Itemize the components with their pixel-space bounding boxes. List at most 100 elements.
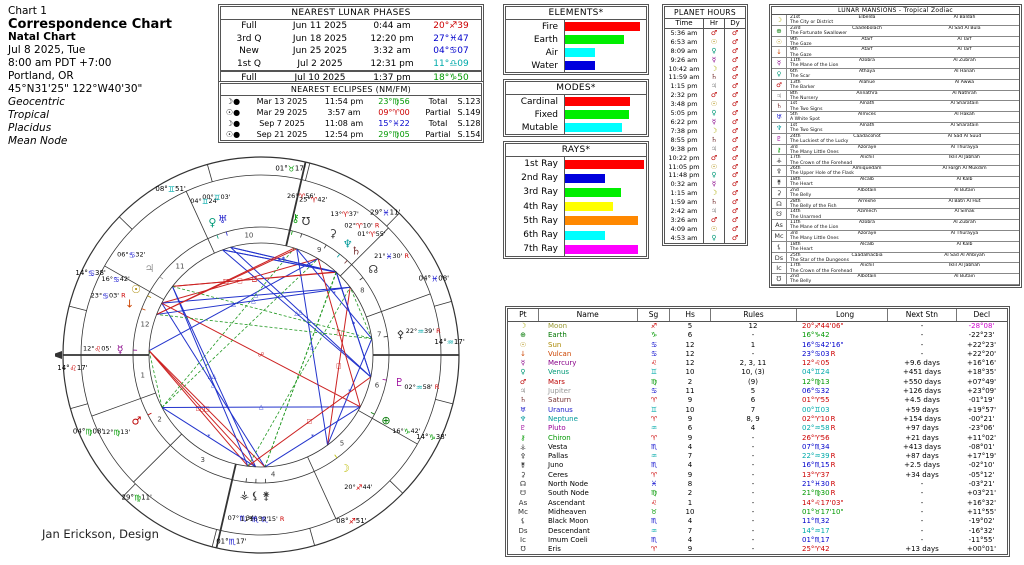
mansion-meaning: The Heart: [787, 182, 1019, 187]
planet-table-row: ☿ Mercury ♌ 12 2, 3, 11 12°♌05 +9.6 days…: [508, 359, 1007, 368]
planet-rules: 8, 9: [710, 415, 796, 424]
eclipse-date: Mar 13 2025: [245, 96, 319, 107]
mansion-name: Albotain: [824, 274, 910, 279]
planet-table-row: ♃ Jupiter ♋ 11 5 06°♋32 +126 days +23°09…: [508, 387, 1007, 396]
hour-ruler-icon: ♀: [704, 171, 725, 180]
mansion-body: 24th Caadacohot Al Sad Al Suud The Lucki…: [787, 134, 1019, 144]
birth-coords: 45°N31'25" 122°W40'30": [8, 83, 172, 96]
planet-next-station: -: [888, 489, 956, 498]
birth-date: Jul 8 2025, Tue: [8, 44, 172, 57]
mansion-name: Atarf: [824, 37, 910, 42]
planet-hour-row: 9:26 am ☿ ♂: [665, 56, 745, 65]
modes-chart: MODES* Cardinal Fixed Mutable: [503, 79, 649, 137]
mansion-row: ⊕ 23rd Caadebolach Al Sad Al Bula The Fo…: [772, 26, 1019, 37]
mansion-meaning: The Belly of the Fish: [787, 204, 1019, 209]
svg-text:⚸: ⚸: [251, 489, 259, 502]
hour-ruler-icon: ☽: [704, 65, 725, 74]
mansion-meaning: The Gaze: [787, 42, 1019, 47]
planet-table-row: ⚵ Juno ♏ 4 - 16°♏15R +2.5 days -02°10': [508, 461, 1007, 470]
phase-time: 12:31 pm: [363, 58, 421, 71]
mansion-planet-icon: ℧: [772, 274, 787, 284]
day-ruler-icon: ♂: [725, 171, 745, 180]
eclipse-time: 12:54 pm: [319, 129, 369, 140]
lunar-mansions-title: LUNAR MANSIONS - Tropical Zodiac: [772, 7, 1019, 15]
hour-time: 2:42 am: [665, 207, 704, 216]
hour-time: 4:53 am: [665, 234, 704, 243]
planet-declination: -23°06': [956, 424, 1007, 433]
mansion-planet-icon: Ic: [772, 263, 787, 273]
planet-name: Pallas: [538, 452, 638, 461]
svg-text:□: □: [336, 329, 342, 336]
ray-bar-row: 6th Ray: [506, 228, 646, 242]
mansion-meaning: The Two Signs: [787, 128, 1019, 133]
longitude-value: 26°♈56: [802, 434, 830, 442]
day-ruler-icon: ♂: [725, 118, 745, 127]
svg-text:01°♉17': 01°♉17': [275, 164, 306, 173]
hour-ruler-icon: ☉: [704, 225, 725, 234]
hour-ruler-icon: ♄: [704, 198, 725, 207]
mansion-row: Ic 17th Alichil Iklil Al Jabhah The Crow…: [772, 263, 1019, 274]
mansion-name: Alnath: [824, 101, 910, 106]
mansion-planet-icon: ♃: [772, 91, 787, 101]
mansion-row: ☋ 14th Azimech Al Simak The Unarmed: [772, 209, 1019, 220]
day-ruler-icon: ♂: [725, 145, 745, 154]
mansion-body: 23rd Caadebolach Al Sad Al Bula The Fort…: [787, 26, 1019, 36]
longitude-value: 16°♋42'16": [802, 341, 844, 349]
svg-text:△: △: [310, 343, 315, 350]
svg-text:□: □: [224, 278, 230, 285]
planet-hour-row: 2:42 am ♃ ♂: [665, 207, 745, 216]
planet-table-row: ↓ Vulcan ♋ 12 - 23°♋03R - +22°20': [508, 350, 1007, 359]
day-ruler-icon: ♂: [725, 91, 745, 100]
phase-name: 1st Q: [221, 58, 277, 71]
mansion-arabic-name: Al Zubrah: [910, 220, 1019, 225]
planet-house: 10: [670, 508, 710, 517]
eclipse-date: Sep 7 2025: [245, 118, 319, 129]
mansion-row: ♃ 8th Annathra Al Nathrah The Nursery: [772, 91, 1019, 102]
mansion-row: Ds 25th Caadalhacbia Al Sad Al Ahbiyah T…: [772, 253, 1019, 264]
planet-name: Imum Coeli: [538, 536, 638, 545]
eclipse-saros: S.149: [457, 107, 481, 118]
svg-text:♃: ♃: [145, 262, 155, 275]
planet-declination: -08°01': [956, 443, 1007, 452]
hour-time: 11:48 pm: [665, 171, 704, 180]
retrograde-flag: [830, 387, 831, 395]
phase-position: 11°♎09: [421, 58, 481, 71]
ray-label: 7th Ray: [506, 244, 564, 254]
mansion-body: 26th Almiquedam Al Fargh Al Mukdim The U…: [787, 166, 1019, 176]
retrograde-flag: [830, 368, 831, 376]
hour-time: 4:09 am: [665, 225, 704, 234]
mansion-arabic-name: Al Hakah: [910, 112, 1019, 117]
eclipse-kind-icon: ☉●: [221, 129, 245, 140]
mansion-arabic-name: Al Fargh Al Mukdim: [910, 166, 1019, 171]
ray-label: 6th Ray: [506, 230, 564, 240]
lunar-mansions-rows: ☽ 21st Elbelda Al Baldah The City or Dis…: [772, 15, 1019, 285]
svg-text:25°♈42': 25°♈42': [299, 195, 328, 204]
planet-table-row: ☽ Moon ♐ 5 12 20°♐44'06" - -28°08': [508, 322, 1007, 331]
planet-hour-row: 9:38 pm ♃ ♂: [665, 145, 745, 154]
report-page: { "header":{ "chart_label":"Chart 1", "t…: [0, 0, 1024, 562]
svg-text:13°♈37': 13°♈37': [330, 209, 359, 218]
svg-text:⚵: ⚵: [262, 489, 270, 502]
planet-house: 10: [670, 368, 710, 377]
ray-bar-row: 4th Ray: [506, 200, 646, 214]
planet-next-station: +550 days: [888, 378, 956, 387]
svg-text:29°♓11': 29°♓11': [370, 208, 401, 217]
longitude-value: 22°♒39: [802, 452, 830, 460]
planet-longitude: 06°♋32: [796, 387, 888, 396]
planet-hour-row: 7:38 pm ☽ ♂: [665, 127, 745, 136]
mansion-planet-icon: ♅: [772, 112, 787, 122]
aspect-lines-layer: △□△☍*□△□□△□**△*△□□△△***△*□□**□△□: [149, 247, 372, 467]
mode-bar-row: Cardinal: [506, 95, 646, 108]
svg-text:⚷: ⚷: [292, 212, 300, 225]
planet-house: 1: [670, 499, 710, 508]
eclipse-time: 11:54 pm: [319, 96, 369, 107]
retrograde-flag: [830, 396, 831, 404]
ray-label: 4th Ray: [506, 202, 564, 212]
hour-time: 11:59 am: [665, 73, 704, 82]
svg-text:12°♌05': 12°♌05': [83, 344, 112, 353]
svg-text:14°♑38': 14°♑38': [416, 432, 447, 441]
planet-sign-icon: ♍: [638, 489, 670, 498]
planet-hours-rows: 5:36 am ♂ ♂ 6:53 am ☉ ♂ 8:09 am ♀ ♂ 9:26…: [665, 29, 745, 243]
mansion-body: 13th Alahue Al Awwa The Barker: [787, 80, 1019, 90]
planet-longitude: 25°♈42: [796, 545, 888, 554]
